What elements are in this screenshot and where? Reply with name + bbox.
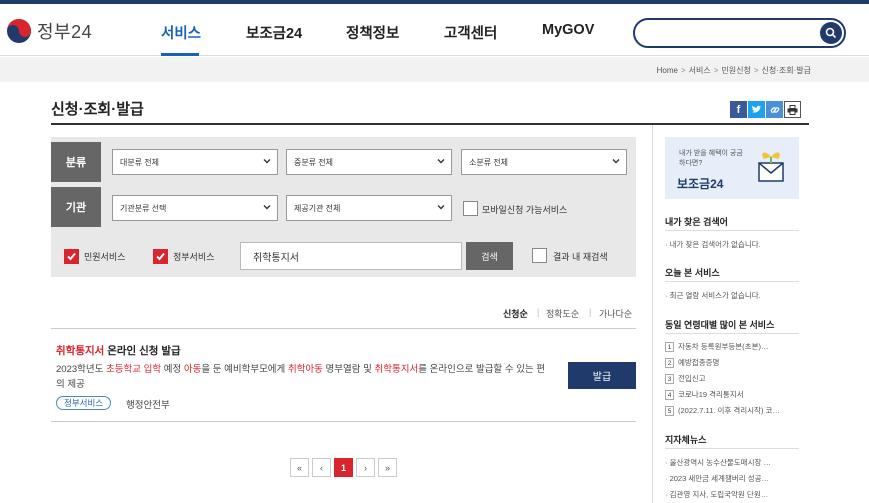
nav-policy-info[interactable]: 정책정보: [346, 22, 399, 43]
org-type-select[interactable]: 기관분류 선택: [112, 195, 278, 221]
civil-service-label: 민원서비스: [84, 252, 126, 262]
category-label: 분류: [51, 142, 101, 182]
chevron-down-icon: [437, 205, 445, 210]
major-category-value: 대분류 전체: [120, 157, 160, 167]
site-logo[interactable]: 정부24: [6, 18, 92, 44]
active-nav-indicator: [161, 53, 199, 56]
breadcrumb-bar: Home > 서비스 > 민원신청 > 신청·조회·발급: [0, 57, 869, 82]
org-type-value: 기관분류 선택: [120, 203, 167, 213]
result-org: 행정안전부: [126, 400, 170, 411]
result-description: 2023학년도 초등학교 입학 예정 아동을 둔 예비학부모에게 취학아동 명부…: [56, 364, 546, 390]
news-item[interactable]: · 김관영 지사, 도립국악원 단원…: [665, 489, 799, 500]
news-item[interactable]: · 울산광역시 농수산물도매시장 …: [665, 457, 799, 468]
issue-button[interactable]: 발급: [568, 362, 636, 389]
breadcrumb-home[interactable]: Home: [657, 66, 678, 75]
sidebar-rule: [665, 448, 799, 449]
check-icon: [67, 252, 76, 261]
logo-text: 정부24: [37, 22, 93, 42]
today-viewed-heading: 오늘 본 서비스: [665, 268, 720, 278]
result-divider: [51, 421, 636, 422]
popular-item[interactable]: 3 전입신고: [665, 373, 799, 384]
gov-service-checkbox[interactable]: [153, 249, 168, 264]
sidebar-rule: [665, 333, 799, 334]
page-prev-button[interactable]: ‹: [312, 458, 331, 477]
sort-by-name[interactable]: 가나다순: [599, 307, 632, 320]
civil-service-checkbox[interactable]: [64, 249, 79, 264]
news-item[interactable]: · 2023 새만금 세계잼버리 성공…: [665, 473, 799, 484]
print-icon[interactable]: [784, 101, 801, 118]
local-news-heading: 지자체뉴스: [665, 435, 707, 445]
sidebar-rule: [665, 230, 799, 231]
provider-org-value: 제공기관 전체: [294, 203, 341, 213]
banner-subtitle: 내가 받을 혜택이 궁금하다면?: [679, 150, 743, 167]
breadcrumb-civil[interactable]: 민원신청: [721, 66, 750, 75]
popular-heading: 동일 연령대별 많이 본 서비스: [665, 320, 775, 330]
search-icon: [825, 27, 837, 39]
minor-category-select[interactable]: 소분류 전체: [461, 149, 627, 175]
org-label: 기관: [51, 187, 101, 227]
service-type-badge: 정부서비스: [56, 396, 112, 410]
keyword-input[interactable]: 취학통지서: [240, 242, 462, 270]
page-current[interactable]: 1: [334, 458, 353, 477]
popular-item[interactable]: 4 코로나19 격리통지서: [665, 389, 799, 400]
facebook-icon[interactable]: f: [730, 101, 747, 118]
page-title: 신청·조회·발급: [51, 101, 144, 118]
popular-item[interactable]: 5 (2022.7.11. 이후 격리시작) 코…: [665, 405, 799, 416]
nav-mygov[interactable]: MyGOV: [542, 22, 594, 38]
chevron-down-icon: [612, 159, 620, 164]
mobile-checkbox[interactable]: [463, 201, 478, 216]
research-label: 결과 내 재검색: [553, 252, 608, 262]
mobile-checkbox-label: 모바일신청 가능서비스: [482, 205, 568, 215]
chevron-down-icon: [263, 205, 271, 210]
result-title[interactable]: 취학통지서 온라인 신청 발급: [56, 343, 181, 358]
chevron-down-icon: [437, 159, 445, 164]
title-divider: [51, 123, 809, 125]
result-title-rest: 온라인 신청 발급: [104, 345, 181, 357]
page-first-button[interactable]: «: [290, 458, 309, 477]
search-button[interactable]: [820, 22, 842, 44]
nav-customer-center[interactable]: 고객센터: [444, 22, 497, 43]
nav-services[interactable]: 서비스: [161, 22, 201, 43]
provider-org-select[interactable]: 제공기관 전체: [286, 195, 452, 221]
taegeuk-logo-icon: [7, 19, 31, 43]
my-search-empty: · 내가 찾은 검색어가 없습니다.: [665, 240, 761, 249]
sort-by-accuracy[interactable]: 정확도순: [546, 307, 579, 320]
twitter-icon[interactable]: [748, 101, 765, 118]
page-last-button[interactable]: »: [378, 458, 397, 477]
search-filter-panel: 분류 대분류 전체 중분류 전체 소분류 전체 기관 기관분류 선택 제공기관 …: [51, 137, 636, 277]
subsidy24-banner[interactable]: 내가 받을 혜택이 궁금하다면? 보조금24: [665, 137, 799, 199]
today-viewed-empty: · 최근 열람 서비스가 없습니다.: [665, 291, 761, 300]
popular-item[interactable]: 2 예방접종증명: [665, 357, 799, 368]
middle-category-select[interactable]: 중분류 전체: [286, 149, 452, 175]
major-category-select[interactable]: 대분류 전체: [112, 149, 278, 175]
chevron-down-icon: [263, 159, 271, 164]
popular-item[interactable]: 1 자동차 등록원부등본(초본)…: [665, 341, 799, 352]
breadcrumb-current[interactable]: 신청·조회·발급: [762, 66, 812, 75]
breadcrumb: Home > 서비스 > 민원신청 > 신청·조회·발급: [656, 66, 812, 75]
research-checkbox[interactable]: [532, 248, 547, 263]
results-divider: [51, 328, 636, 329]
minor-category-value: 소분류 전체: [469, 157, 509, 167]
site-header: 정부24 서비스 보조금24 정책정보 고객센터 MyGOV: [0, 4, 869, 56]
link-icon[interactable]: [766, 101, 783, 118]
middle-category-value: 중분류 전체: [294, 157, 334, 167]
sidebar-divider: [652, 125, 653, 503]
keyword-search-button[interactable]: 검색: [466, 242, 513, 270]
share-buttons: f: [730, 101, 801, 118]
check-icon: [156, 252, 165, 261]
breadcrumb-services[interactable]: 서비스: [689, 66, 711, 75]
banner-title: 보조금24: [677, 177, 724, 191]
result-title-keyword: 취학통지서: [56, 345, 105, 357]
gift-envelope-icon: [758, 152, 784, 182]
gov-service-label: 정부서비스: [173, 252, 215, 262]
my-search-heading: 내가 찾은 검색어: [665, 217, 728, 227]
site-search-input[interactable]: [633, 18, 846, 48]
sort-by-application[interactable]: 신청순: [503, 307, 528, 320]
page-next-button[interactable]: ›: [356, 458, 375, 477]
sidebar-rule: [665, 281, 799, 282]
nav-subsidy24[interactable]: 보조금24: [246, 22, 302, 43]
